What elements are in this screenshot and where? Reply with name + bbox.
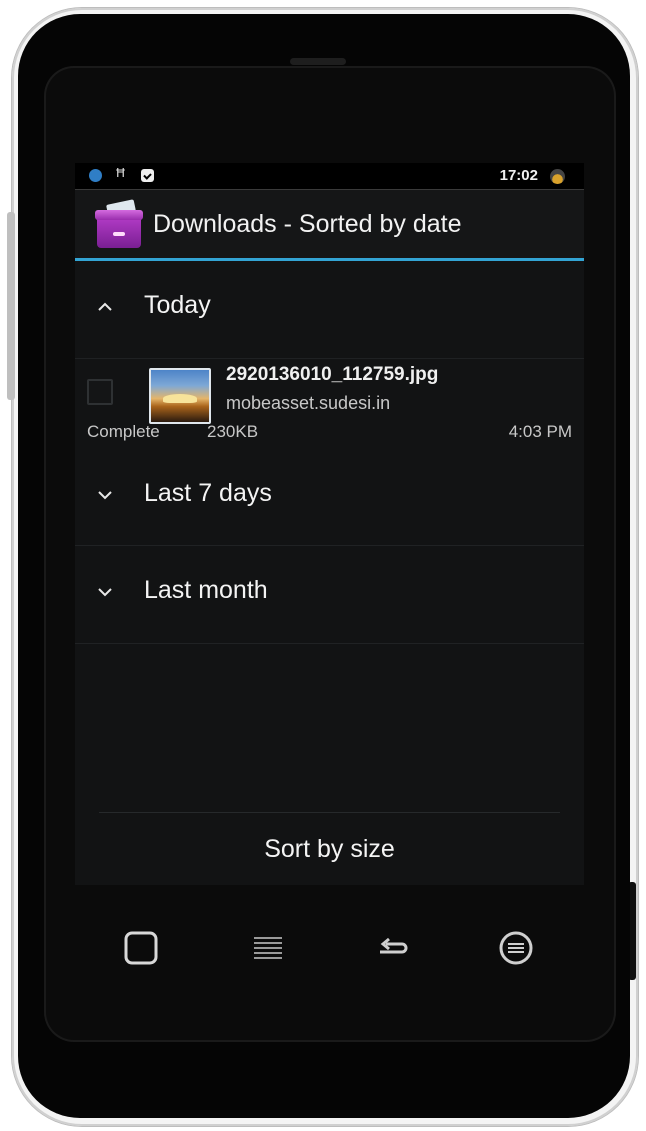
back-key-icon[interactable] bbox=[374, 930, 410, 966]
chevron-down-icon bbox=[97, 584, 113, 600]
action-bar: Downloads - Sorted by date bbox=[75, 190, 584, 261]
status-bar: Ħ 17:02 bbox=[75, 163, 584, 190]
sort-by-size-button[interactable]: Sort by size bbox=[75, 813, 584, 885]
file-size: 230KB bbox=[207, 422, 259, 441]
group-label: Last 7 days bbox=[144, 479, 272, 507]
calendar-check-icon bbox=[141, 169, 154, 182]
home-key-icon[interactable] bbox=[123, 930, 159, 966]
group-header-last-month[interactable]: Last month bbox=[75, 546, 584, 644]
file-thumbnail bbox=[149, 368, 211, 424]
thumbnail-image bbox=[151, 370, 209, 422]
file-host: mobeasset.sudesi.in bbox=[226, 393, 391, 413]
lid-graphic bbox=[95, 210, 143, 220]
group-label: Last month bbox=[144, 576, 268, 604]
status-time: 17:02 bbox=[499, 167, 538, 184]
item-checkbox[interactable] bbox=[87, 379, 113, 405]
list-item-download[interactable]: 2920136010_112759.jpg mobeasset.sudesi.i… bbox=[75, 358, 584, 450]
volume-button[interactable] bbox=[7, 212, 15, 400]
group-header-today[interactable]: Today bbox=[75, 261, 584, 359]
group-label: Today bbox=[144, 291, 211, 319]
page-title: Downloads - Sorted by date bbox=[153, 210, 462, 238]
globe-icon bbox=[89, 169, 102, 182]
screen: Ħ 17:02 Downloads - Sorted by date Today… bbox=[75, 163, 584, 885]
download-status: Complete bbox=[87, 422, 160, 441]
battery-icon bbox=[550, 169, 565, 184]
downloads-app-icon[interactable] bbox=[95, 199, 145, 248]
search-key-icon[interactable] bbox=[498, 930, 534, 966]
earpiece bbox=[290, 58, 346, 65]
download-time: 4:03 PM bbox=[508, 422, 572, 441]
chevron-up-icon bbox=[97, 299, 113, 315]
menu-key-icon[interactable] bbox=[250, 930, 286, 966]
group-header-last-7-days[interactable]: Last 7 days bbox=[75, 449, 584, 546]
usb-icon: Ħ bbox=[115, 166, 126, 180]
chevron-down-icon bbox=[97, 487, 113, 503]
file-name: 2920136010_112759.jpg bbox=[226, 364, 439, 385]
slot-graphic bbox=[113, 232, 125, 236]
